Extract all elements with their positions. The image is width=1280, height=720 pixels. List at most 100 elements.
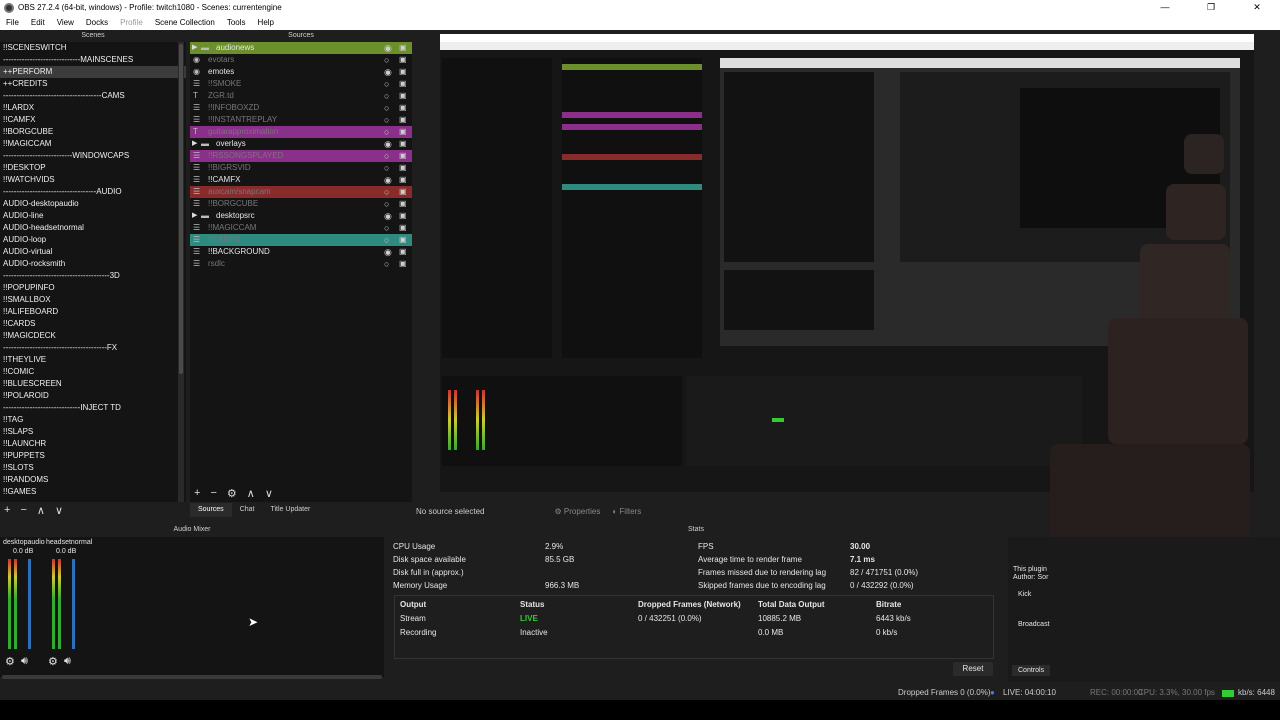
visibility-eye-icon[interactable]: ○ (384, 186, 394, 198)
source-item[interactable]: ☰ !!SMOKE ○ ▣ (190, 78, 412, 90)
scene-item[interactable]: !!PUPPETS (0, 450, 186, 462)
visibility-eye-icon[interactable]: ○ (384, 126, 394, 138)
scene-item[interactable]: AUDIO-line (0, 210, 186, 222)
visibility-eye-icon[interactable]: ◉ (384, 246, 394, 258)
move-scene-up-button[interactable]: ∧ (37, 504, 45, 517)
scene-item[interactable]: -----------------------------MAINSCENES (0, 54, 186, 66)
lock-icon[interactable]: ▣ (399, 114, 407, 126)
add-scene-button[interactable]: + (4, 504, 10, 516)
source-item[interactable]: ☰ !!BACKGROUND ◉ ▣ (190, 246, 412, 258)
scene-item[interactable]: !!POPUPINFO (0, 282, 186, 294)
visibility-eye-icon[interactable]: ○ (384, 54, 394, 66)
scene-item[interactable]: !!SLAPS (0, 426, 186, 438)
scene-item[interactable]: !!ALIFEBOARD (0, 306, 186, 318)
scene-item[interactable]: ++CREDITS (0, 78, 186, 90)
lock-icon[interactable]: ▣ (399, 150, 407, 162)
lock-icon[interactable]: ▣ (399, 162, 407, 174)
scene-item[interactable]: -----------------------------INJECT TD (0, 402, 186, 414)
lock-icon[interactable]: ▣ (399, 246, 407, 258)
lock-icon[interactable]: ▣ (399, 102, 407, 114)
source-item[interactable]: ◉ emotes ◉ ▣ (190, 66, 412, 78)
visibility-eye-icon[interactable]: ○ (384, 162, 394, 174)
scene-item[interactable]: ++PERFORM (0, 66, 186, 78)
close-button[interactable]: ✕ (1234, 0, 1280, 15)
audio-mixer-scrollbar[interactable] (2, 675, 382, 679)
move-source-up-button[interactable]: ∧ (247, 487, 255, 500)
lock-icon[interactable]: ▣ (399, 174, 407, 186)
scenes-scrollbar[interactable] (178, 42, 184, 502)
source-item[interactable]: ☰ !!INSTANTREPLAY ○ ▣ (190, 114, 412, 126)
lock-icon[interactable]: ▣ (399, 234, 407, 246)
lock-icon[interactable]: ▣ (399, 90, 407, 102)
remove-scene-button[interactable]: − (20, 504, 26, 516)
visibility-eye-icon[interactable]: ○ (384, 90, 394, 102)
lock-icon[interactable]: ▣ (399, 186, 407, 198)
scene-item[interactable]: !!CARDS (0, 318, 186, 330)
scene-item[interactable]: !!LARDX (0, 102, 186, 114)
filters-button[interactable]: ◐ Filters (612, 507, 641, 516)
menu-help[interactable]: Help (252, 18, 280, 27)
source-item[interactable]: ▶ ▬ audionews ◉ ▣ (190, 42, 412, 54)
source-item[interactable]: ▶ ▬ desktopsrc ◉ ▣ (190, 210, 412, 222)
scene-item[interactable]: !!SLOTS (0, 462, 186, 474)
scene-item[interactable]: !!POLAROID (0, 390, 186, 402)
volume-fader[interactable] (28, 559, 31, 649)
menu-profile[interactable]: Profile (114, 18, 149, 27)
source-item[interactable]: ☰ !!INFOBOXZD ○ ▣ (190, 102, 412, 114)
scene-item[interactable]: ----------------------------------------… (0, 270, 186, 282)
menu-docks[interactable]: Docks (80, 18, 114, 27)
move-source-down-button[interactable]: ∨ (265, 487, 273, 500)
properties-button[interactable]: ⚙ Properties (554, 507, 600, 516)
scene-item[interactable]: AUDIO-loop (0, 234, 186, 246)
scene-item[interactable]: !!MAGICCAM (0, 138, 186, 150)
remove-source-button[interactable]: − (210, 487, 216, 499)
add-source-button[interactable]: + (194, 487, 200, 499)
visibility-eye-icon[interactable]: ◉ (384, 138, 394, 150)
scene-item[interactable]: -----------------------------------AUDIO (0, 186, 186, 198)
scene-item[interactable]: AUDIO-desktopaudio (0, 198, 186, 210)
visibility-eye-icon[interactable]: ◉ (384, 174, 394, 186)
visibility-eye-icon[interactable]: ○ (384, 198, 394, 210)
lock-icon[interactable]: ▣ (399, 210, 407, 222)
volume-fader[interactable] (72, 559, 75, 649)
scene-item[interactable]: !!COMIC (0, 366, 186, 378)
source-item[interactable]: ☰ auxcam/snapcam ○ ▣ (190, 186, 412, 198)
visibility-eye-icon[interactable]: ○ (384, 222, 394, 234)
source-item[interactable]: ◉ evotars ○ ▣ (190, 54, 412, 66)
lock-icon[interactable]: ▣ (399, 78, 407, 90)
source-item[interactable]: ▶ ▬ overlays ◉ ▣ (190, 138, 412, 150)
tab-chat[interactable]: Chat (232, 503, 263, 517)
expand-arrow-icon[interactable]: ▶ (192, 42, 197, 54)
menu-tools[interactable]: Tools (221, 18, 252, 27)
source-item[interactable]: ☰ !!BORGCUBE ○ ▣ (190, 198, 412, 210)
source-item[interactable]: ☰ !!MAGICCAM ○ ▣ (190, 222, 412, 234)
scene-item[interactable]: AUDIO-rocksmith (0, 258, 186, 270)
visibility-eye-icon[interactable]: ○ (384, 258, 394, 270)
expand-arrow-icon[interactable]: ▶ (192, 138, 197, 150)
expand-arrow-icon[interactable]: ▶ (192, 210, 197, 222)
gear-icon[interactable]: ⚙ (48, 655, 58, 668)
scene-item[interactable]: !!THEYLIVE (0, 354, 186, 366)
speaker-icon[interactable]: 🔊︎ (64, 655, 71, 668)
scene-item[interactable]: AUDIO-virtual (0, 246, 186, 258)
source-item[interactable]: ☰ !!RSSONGSPLAYED ○ ▣ (190, 150, 412, 162)
maximize-button[interactable]: ❐ (1188, 0, 1234, 15)
scene-item[interactable]: !!MAGICDECK (0, 330, 186, 342)
source-item[interactable]: ☰ !!CAMFX ◉ ▣ (190, 174, 412, 186)
lock-icon[interactable]: ▣ (399, 42, 407, 54)
source-item[interactable]: ☰ !!BIGRSVID ○ ▣ (190, 162, 412, 174)
scene-item[interactable]: !!CAMFX (0, 114, 186, 126)
source-item[interactable]: T ZGR.td ○ ▣ (190, 90, 412, 102)
speaker-icon[interactable]: 🔊︎ (21, 655, 28, 668)
source-item[interactable]: ☰ rsdlc ○ ▣ (190, 258, 412, 270)
visibility-eye-icon[interactable]: ○ (384, 102, 394, 114)
visibility-eye-icon[interactable]: ◉ (384, 42, 394, 54)
visibility-eye-icon[interactable]: ○ (384, 114, 394, 126)
tab-title-updater[interactable]: Title Updater (262, 503, 318, 517)
tab-sources[interactable]: Sources (190, 503, 232, 517)
menu-file[interactable]: File (0, 18, 25, 27)
scene-item[interactable]: !!LAUNCHR (0, 438, 186, 450)
scene-item[interactable]: !!SMALLBOX (0, 294, 186, 306)
scene-item[interactable]: !!DESKTOP (0, 162, 186, 174)
menu-scene-collection[interactable]: Scene Collection (149, 18, 221, 27)
